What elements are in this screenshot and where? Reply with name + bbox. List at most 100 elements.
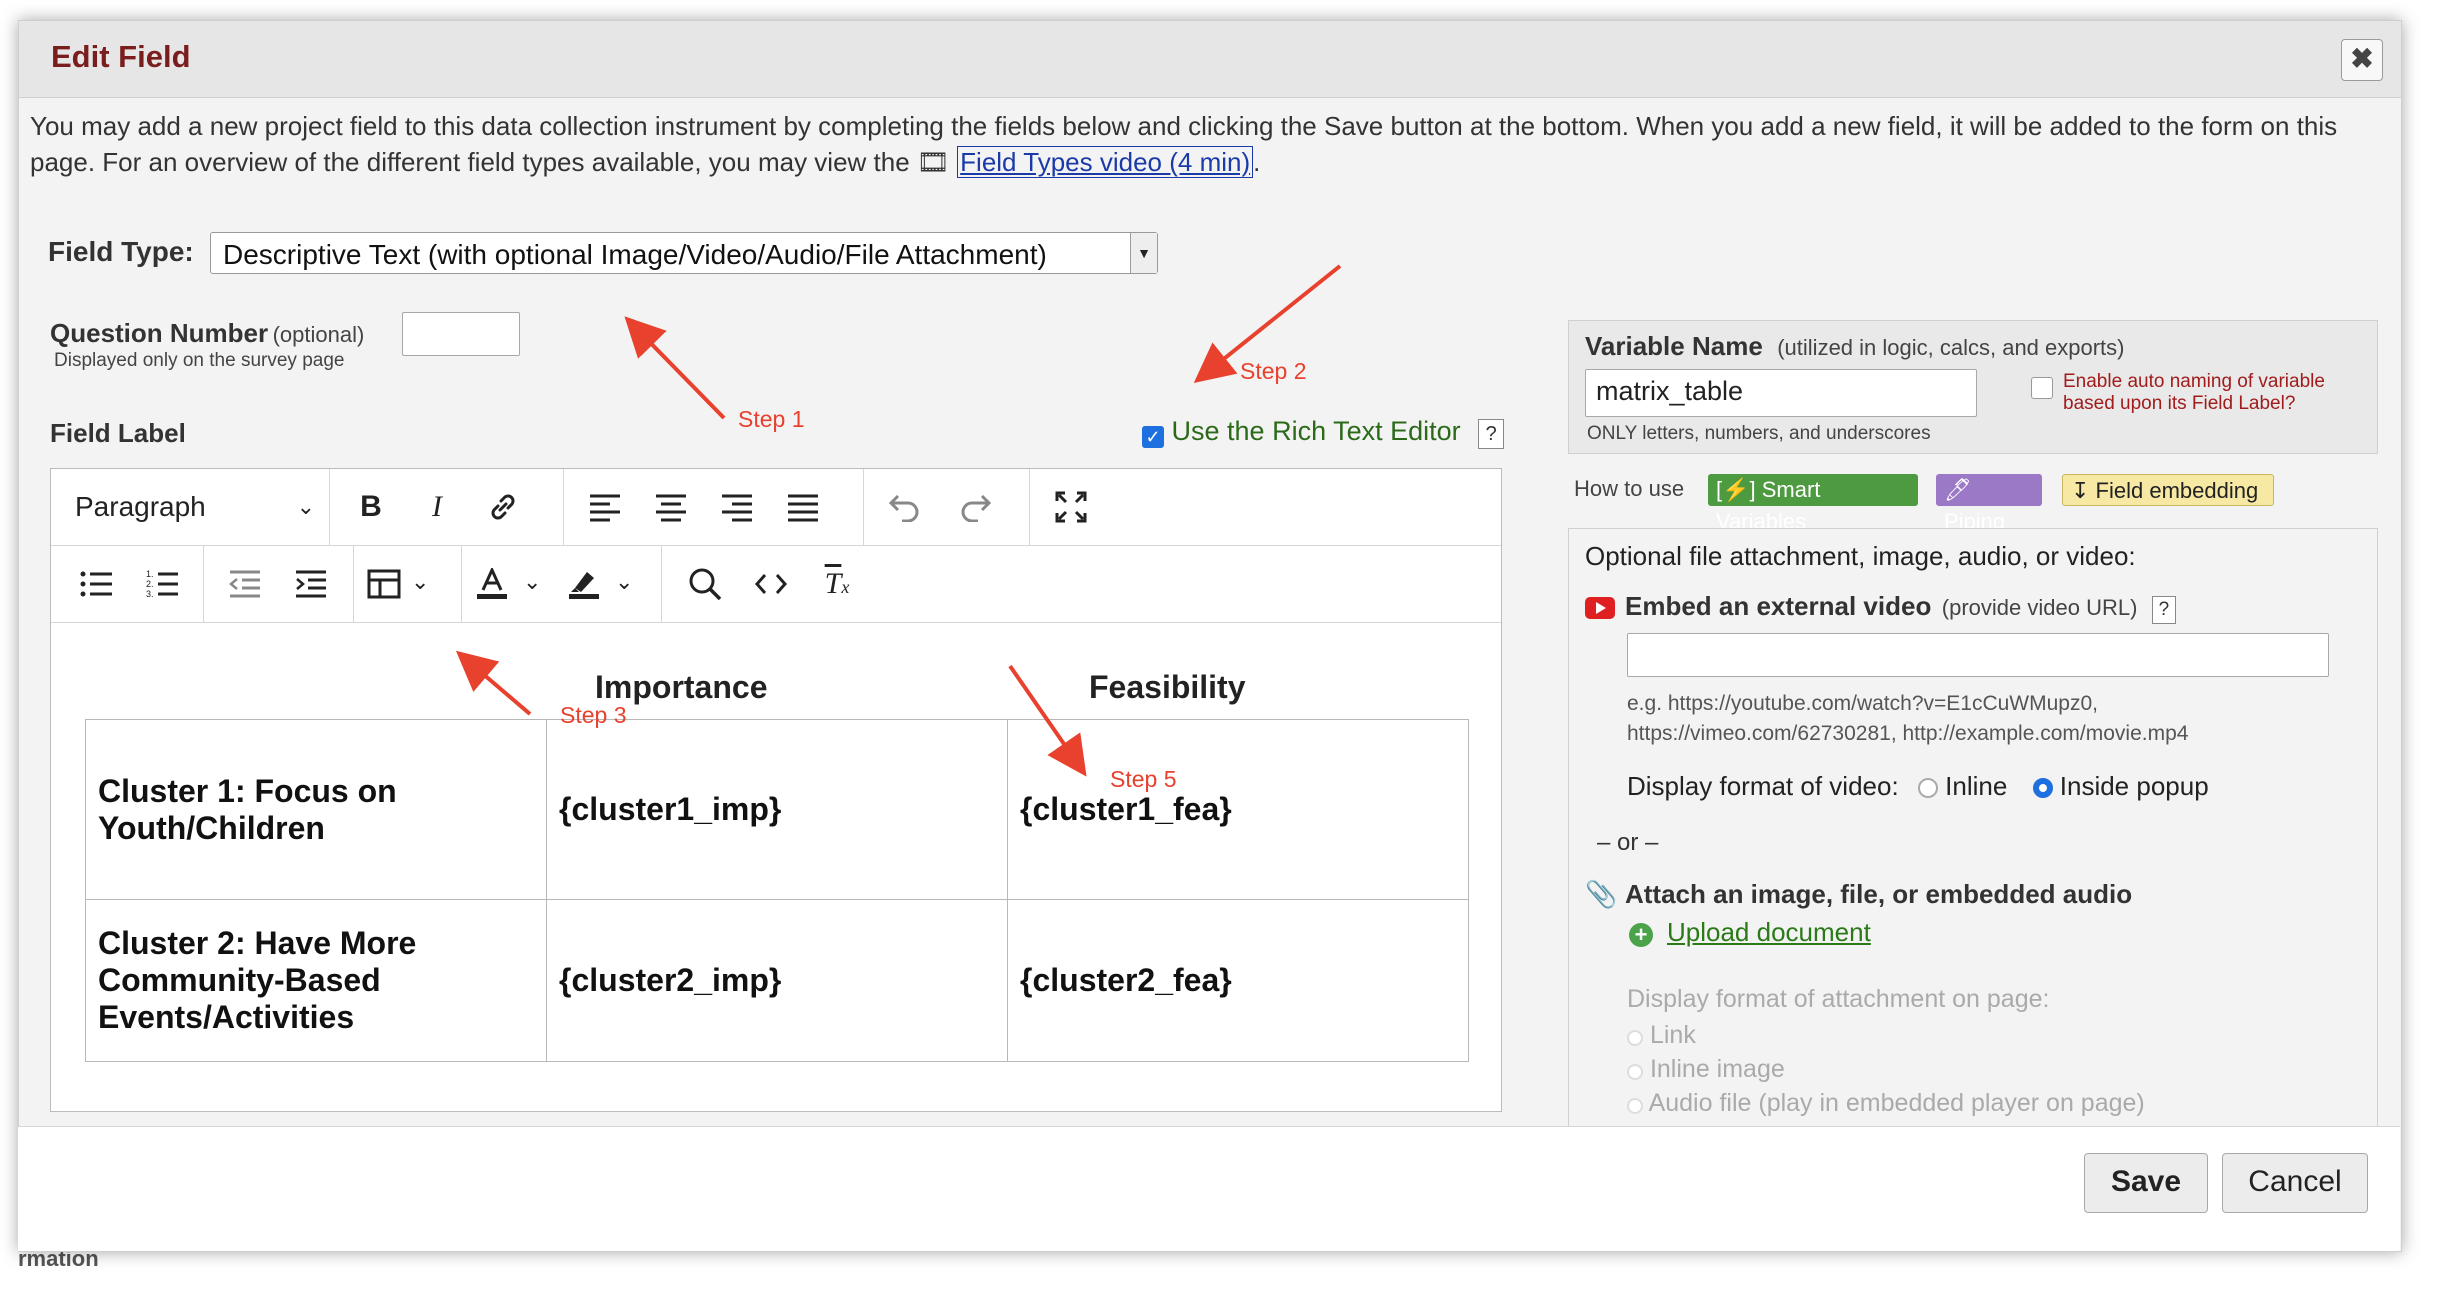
step-3-label: Step 3 — [560, 702, 627, 728]
rich-text-toggle[interactable]: ✓ Use the Rich Text Editor ? — [1142, 416, 1505, 449]
fullscreen-icon[interactable] — [1043, 483, 1099, 531]
italic-icon[interactable]: I — [409, 483, 465, 531]
video-display-format: Display format of video: Inline Inside p… — [1627, 771, 2209, 802]
chevron-down-icon: ⌄ — [523, 569, 542, 594]
step-5-label: Step 5 — [1110, 766, 1177, 792]
question-number-hint: Displayed only on the survey page — [54, 350, 345, 371]
inline-radio[interactable] — [1917, 778, 1938, 798]
close-button[interactable]: ✖ — [2341, 39, 2383, 81]
dialog-title: Edit Field — [51, 39, 191, 74]
svg-text:1.: 1. — [146, 569, 154, 579]
bold-icon[interactable]: B — [343, 483, 399, 531]
question-number-optional: (optional) — [272, 322, 365, 347]
indent-icon[interactable] — [283, 560, 339, 608]
embed-video-hint: (provide video URL) — [1941, 595, 2138, 620]
align-left-icon[interactable] — [577, 483, 633, 531]
embed-help-button[interactable]: ? — [2151, 596, 2176, 624]
auto-naming-label: Enable auto naming of variable based upo… — [2063, 371, 2325, 414]
table-cell[interactable]: {cluster1_imp} — [546, 719, 1008, 900]
link-radio[interactable] — [1627, 1030, 1643, 1046]
audio-file-option[interactable]: Audio file (play in embedded player on p… — [1627, 1089, 2145, 1118]
table-cell[interactable]: {cluster2_fea} — [1007, 899, 1469, 1062]
numbered-list-icon[interactable]: 1. 2. 3. — [135, 560, 191, 608]
svg-text:2.: 2. — [146, 579, 154, 589]
auto-naming-checkbox[interactable] — [2031, 377, 2053, 399]
chevron-down-icon: ⌄ — [411, 569, 430, 594]
audio-radio[interactable] — [1627, 1098, 1643, 1114]
variable-name-rule: ONLY letters, numbers, and underscores — [1587, 423, 1931, 444]
link-option[interactable]: Link — [1627, 1021, 1696, 1050]
video-display-label: Display format of video: — [1627, 771, 1899, 801]
variable-name-label-group: Variable Name (utilized in logic, calcs,… — [1585, 331, 2125, 362]
rich-text-editor[interactable]: Paragraph ⌄ B I 1. 2. 3. ⌄ ⌄ ⌄ Tx Import… — [50, 468, 1502, 1112]
piping-button[interactable]: 🖊 Piping — [1936, 474, 2042, 534]
variable-name-panel: Variable Name (utilized in logic, calcs,… — [1568, 320, 2378, 454]
variable-name-input[interactable]: matrix_table — [1585, 369, 1977, 417]
matrix-table[interactable]: Cluster 1: Focus on Youth/Children {clus… — [85, 719, 1469, 1062]
smart-variables-button[interactable]: [⚡] Smart Variables — [1708, 474, 1918, 534]
field-embedding-button[interactable]: ↧ Field embedding — [2062, 474, 2274, 506]
step-2-label: Step 2 — [1240, 358, 1307, 384]
or-separator: – or – — [1597, 829, 1659, 856]
save-button[interactable]: Save — [2084, 1153, 2208, 1213]
video-url-input[interactable] — [1627, 633, 2329, 677]
table-cell[interactable]: {cluster2_imp} — [546, 899, 1008, 1062]
redo-icon[interactable] — [947, 483, 1003, 531]
question-number-label: Question Number — [50, 318, 269, 348]
chevron-down-icon: ⌄ — [615, 569, 634, 594]
film-icon: 🎞 — [916, 147, 950, 177]
youtube-icon — [1585, 597, 1615, 619]
editor-toolbar-row-1: Paragraph ⌄ B I — [51, 469, 1501, 546]
search-icon[interactable] — [677, 560, 733, 608]
rich-text-checkbox[interactable]: ✓ — [1142, 426, 1164, 448]
step-1-label: Step 1 — [738, 406, 805, 432]
align-right-icon[interactable] — [709, 483, 765, 531]
field-type-value: Descriptive Text (with optional Image/Vi… — [223, 239, 1047, 270]
clear-formatting-icon[interactable]: Tx — [809, 560, 865, 608]
bullet-list-icon[interactable] — [69, 560, 125, 608]
highlight-color-icon[interactable]: ⌄ — [567, 560, 647, 608]
upload-document-link[interactable]: Upload document — [1667, 917, 1871, 948]
svg-text:3.: 3. — [146, 589, 154, 599]
source-code-icon[interactable] — [743, 560, 799, 608]
align-justify-icon[interactable] — [775, 483, 831, 531]
table-cell[interactable]: Cluster 2: Have More Community-Based Eve… — [85, 899, 547, 1062]
cancel-button[interactable]: Cancel — [2222, 1153, 2368, 1213]
popup-radio[interactable] — [2032, 778, 2053, 798]
table-row: Cluster 1: Focus on Youth/Children {clus… — [85, 719, 1469, 900]
table-cell[interactable]: Cluster 1: Focus on Youth/Children — [85, 719, 547, 900]
attach-title: Attach an image, file, or embedded audio — [1625, 879, 2133, 909]
align-center-icon[interactable] — [643, 483, 699, 531]
outdent-icon[interactable] — [217, 560, 273, 608]
link-icon[interactable] — [475, 483, 531, 531]
upload-add-icon: + — [1629, 923, 1653, 947]
header-feasibility: Feasibility — [1089, 669, 1246, 705]
undo-icon[interactable] — [877, 483, 933, 531]
embed-video-title-group: Embed an external video (provide video U… — [1625, 591, 2176, 624]
table-icon[interactable]: ⌄ — [367, 560, 447, 608]
how-to-use-label: How to use — [1574, 476, 1685, 501]
variable-name-label: Variable Name — [1585, 331, 1763, 361]
attachment-panel: Optional file attachment, image, audio, … — [1568, 528, 2378, 1130]
field-type-label: Field Type: — [48, 236, 194, 267]
paperclip-icon: 📎 — [1585, 879, 1618, 909]
chevron-down-icon: ▼ — [1130, 233, 1157, 273]
inline-label: Inline — [1945, 771, 2008, 801]
table-row: Cluster 2: Have More Community-Based Eve… — [85, 899, 1469, 1062]
text-color-icon[interactable]: ⌄ — [475, 560, 555, 608]
question-number-input[interactable] — [402, 312, 520, 356]
variable-name-hint: (utilized in logic, calcs, and exports) — [1777, 335, 2125, 360]
header-importance: Importance — [595, 669, 768, 705]
attachment-heading: Optional file attachment, image, audio, … — [1585, 541, 2136, 571]
table-cell[interactable]: {cluster1_fea} — [1007, 719, 1469, 900]
intro-period: . — [1253, 147, 1261, 177]
rich-text-help-button[interactable]: ? — [1478, 419, 1505, 449]
dialog-titlebar: Edit Field ✖ — [19, 21, 2401, 98]
field-types-video-link[interactable]: Field Types video (4 min) — [957, 146, 1254, 178]
chevron-down-icon: ⌄ — [296, 494, 315, 519]
block-format-dropdown[interactable]: Paragraph ⌄ — [75, 483, 325, 531]
inline-image-radio[interactable] — [1627, 1064, 1643, 1080]
intro-text: You may add a new project field to this … — [30, 108, 2360, 180]
inline-image-option[interactable]: Inline image — [1627, 1055, 1785, 1084]
field-type-select[interactable]: Descriptive Text (with optional Image/Vi… — [210, 232, 1158, 274]
